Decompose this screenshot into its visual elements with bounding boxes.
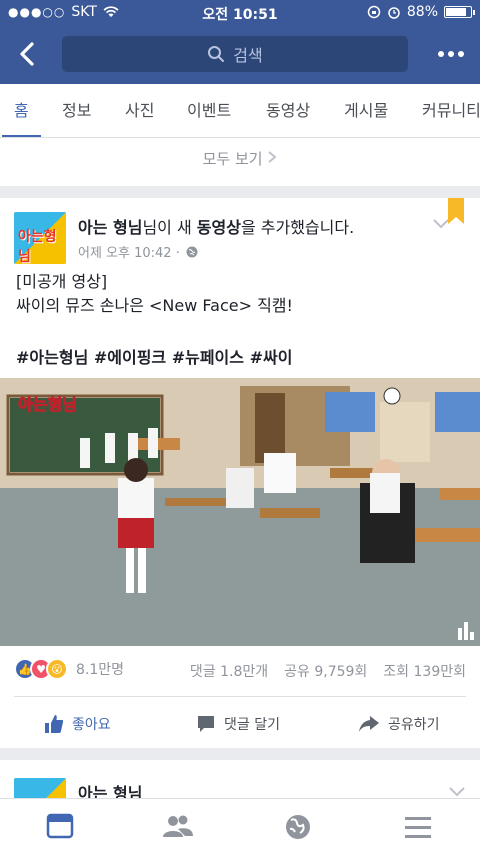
post-timestamp[interactable]: 어제 오후 10:42 · bbox=[78, 242, 198, 261]
thumbs-up-icon bbox=[45, 715, 64, 733]
headline-text: 님이 새 bbox=[142, 218, 197, 237]
headline-tail: 을 추가했습니다. bbox=[240, 218, 355, 237]
like-button[interactable]: 좋아요 bbox=[44, 714, 111, 734]
tab-home[interactable]: 홈 bbox=[2, 84, 41, 137]
battery-percent: 88% bbox=[406, 4, 438, 20]
next-post: 아는 형님 bbox=[0, 760, 480, 800]
bottom-tab-bar bbox=[0, 798, 480, 854]
post-headline: 아는 형님님이 새 동영상을 추가했습니다. bbox=[78, 214, 354, 238]
post-actions: 좋아요 댓글 달기 공유하기 bbox=[0, 708, 480, 744]
reactions-bar[interactable]: 👍 ♥ 😮 8.1만명 댓글 1.8만개 공유 9,759회 조회 139만회 bbox=[14, 658, 466, 684]
menu-icon[interactable] bbox=[400, 811, 436, 843]
page-tabs: 홈 정보 사진 이벤트 동영상 게시물 커뮤니티 bbox=[0, 84, 480, 138]
reaction-count: 8.1만명 bbox=[76, 662, 125, 678]
tab-info[interactable]: 정보 bbox=[62, 84, 91, 137]
globe-notifications-icon[interactable] bbox=[280, 811, 316, 843]
battery-icon bbox=[444, 6, 475, 18]
avatar-logo-text: 아는형님 bbox=[18, 229, 57, 264]
video-post: 아는형님 아는 형님님이 새 동영상을 추가했습니다. 어제 오후 10:42 … bbox=[0, 198, 480, 748]
tab-events[interactable]: 이벤트 bbox=[187, 84, 231, 137]
tab-photos[interactable]: 사진 bbox=[125, 84, 154, 137]
video-link[interactable]: 동영상 bbox=[197, 218, 241, 237]
comment-label: 댓글 달기 bbox=[224, 717, 280, 733]
comment-button[interactable]: 댓글 달기 bbox=[196, 714, 280, 734]
news-feed-icon[interactable] bbox=[42, 811, 78, 843]
wow-reaction-icon: 😮 bbox=[46, 658, 68, 680]
see-all-label: 모두 보기 bbox=[202, 150, 263, 168]
video-thumbnail: 아는형님 bbox=[0, 378, 480, 646]
video-player[interactable]: 아는형님 bbox=[0, 378, 480, 646]
chevron-down-icon[interactable] bbox=[448, 784, 466, 798]
post-text-line-2: 싸이의 뮤즈 손나은 <New Face> 직캠! bbox=[16, 296, 293, 315]
comment-icon bbox=[198, 716, 214, 732]
tab-community[interactable]: 커뮤니티 bbox=[422, 84, 480, 137]
search-placeholder: 검색 bbox=[233, 46, 263, 65]
chevron-right-icon bbox=[268, 151, 277, 163]
top-bar: ●●●○○ SKT 오전 10:51 88% 검색 bbox=[0, 0, 480, 84]
page-avatar[interactable]: 아는형님 bbox=[14, 212, 66, 264]
timestamp-text: 어제 오후 10:42 · bbox=[78, 246, 180, 261]
share-icon bbox=[359, 716, 379, 732]
comment-count[interactable]: 댓글 1.8만개 bbox=[190, 661, 268, 681]
tab-posts[interactable]: 게시물 bbox=[344, 84, 388, 137]
view-count: 조회 139만회 bbox=[383, 664, 466, 680]
page-name-2[interactable]: 아는 형님 bbox=[78, 780, 142, 800]
see-all-link[interactable]: 모두 보기 bbox=[0, 138, 480, 186]
post-text-line-1: [미공개 영상] bbox=[16, 272, 108, 291]
search-icon bbox=[208, 46, 225, 62]
post-hashtags[interactable]: #아는형님 #에이핑크 #뉴페이스 #싸이 bbox=[16, 344, 292, 368]
tab-videos[interactable]: 동영상 bbox=[266, 84, 310, 137]
alarm-icon bbox=[388, 7, 400, 19]
globe-icon bbox=[186, 246, 198, 257]
bookmark-icon[interactable] bbox=[448, 198, 464, 224]
search-input[interactable]: 검색 bbox=[62, 36, 408, 72]
friends-icon[interactable] bbox=[160, 811, 196, 843]
page-avatar-2[interactable] bbox=[14, 778, 66, 800]
share-label: 공유하기 bbox=[388, 717, 440, 733]
back-arrow-icon[interactable] bbox=[14, 38, 44, 70]
rotation-lock-icon bbox=[367, 5, 381, 19]
more-options-icon[interactable] bbox=[436, 42, 466, 66]
divider bbox=[14, 696, 466, 697]
share-button[interactable]: 공유하기 bbox=[358, 714, 440, 734]
like-label: 좋아요 bbox=[72, 717, 111, 733]
share-count[interactable]: 공유 9,759회 bbox=[284, 661, 367, 681]
status-bar: ●●●○○ SKT 오전 10:51 88% bbox=[0, 0, 480, 26]
video-logo: 아는형님 bbox=[18, 395, 77, 414]
page-name-link[interactable]: 아는 형님 bbox=[78, 218, 142, 237]
